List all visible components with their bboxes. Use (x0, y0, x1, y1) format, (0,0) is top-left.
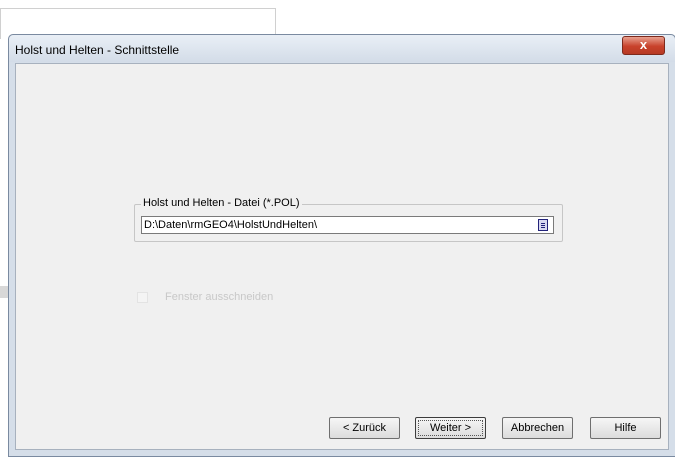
next-button[interactable]: Weiter > (415, 417, 486, 439)
back-button[interactable]: < Zurück (329, 417, 400, 439)
window-title: Holst und Helten - Schnittstelle (15, 43, 180, 57)
crop-window-label: Fenster ausschneiden (165, 291, 274, 303)
cancel-button[interactable]: Abbrechen (502, 417, 573, 439)
file-path-value: D:\Daten\rmGEO4\HolstUndHelten\ (144, 219, 318, 231)
help-button[interactable]: Hilfe (590, 417, 661, 439)
file-groupbox: Holst und Helten - Datei (*.POL) D:\Date… (134, 197, 563, 242)
background-scroll-fragment (0, 286, 8, 298)
crop-window-checkbox (137, 292, 148, 303)
title-bar[interactable]: Holst und Helten - Schnittstelle x (9, 35, 675, 62)
dialog-client-area: Holst und Helten - Datei (*.POL) D:\Date… (15, 63, 669, 450)
file-group-legend: Holst und Helten - Datei (*.POL) (141, 197, 302, 209)
file-browse-icon[interactable] (538, 219, 548, 231)
file-path-field[interactable]: D:\Daten\rmGEO4\HolstUndHelten\ (141, 216, 554, 234)
dialog-window: Holst und Helten - Schnittstelle x Holst… (8, 34, 675, 457)
close-button[interactable]: x (622, 36, 665, 55)
close-icon: x (639, 37, 648, 52)
